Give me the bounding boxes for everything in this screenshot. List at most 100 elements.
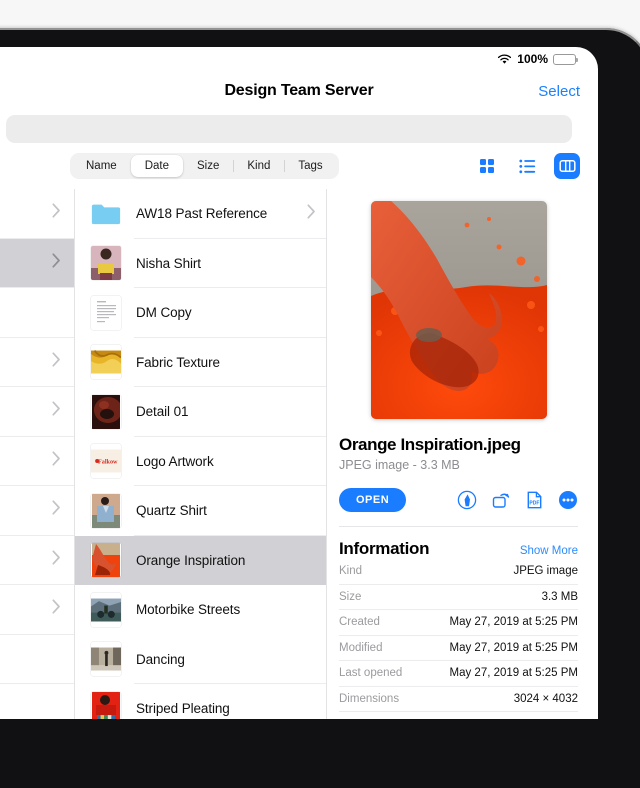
status-bar: 100% [0, 47, 598, 71]
select-button[interactable]: Select [538, 83, 580, 100]
information-value: 3.3 MB [541, 590, 578, 603]
information-row: Created May 27, 2019 at 5:25 PM [339, 610, 578, 636]
file-row[interactable]: Falkow Logo Artwork [75, 437, 326, 486]
preview-image[interactable] [370, 201, 547, 419]
file-thumbnail: Falkow [91, 444, 121, 479]
grid-view-icon[interactable] [474, 153, 500, 179]
information-label: Kind [339, 565, 363, 578]
file-row[interactable]: Nisha Shirt [75, 239, 326, 288]
previous-column-row[interactable] [0, 437, 74, 486]
file-row[interactable]: AW18 Past Reference [75, 189, 326, 239]
file-thumbnail [91, 246, 121, 281]
file-row[interactable]: Fabric Texture [75, 338, 326, 387]
ipad-screen: 100% Design Team Server Select Name Date S… [0, 47, 598, 719]
view-toggle-group [474, 153, 580, 179]
sort-toolbar: Name Date Size Kind Tags [0, 143, 598, 189]
file-title: Orange Inspiration.jpeg [339, 435, 521, 454]
chevron-right-icon [52, 451, 61, 471]
information-label: Last opened [339, 667, 403, 680]
chevron-right-icon [52, 500, 61, 520]
file-thumbnail [91, 394, 121, 429]
rotate-icon[interactable] [491, 490, 511, 510]
file-row[interactable]: Dancing [75, 635, 326, 684]
show-more-button[interactable]: Show More [520, 545, 578, 557]
file-thumbnail [91, 691, 121, 719]
previous-column-row[interactable] [0, 635, 74, 684]
file-name-label: Quartz Shirt [136, 503, 207, 519]
column-view-icon[interactable] [554, 153, 580, 179]
svg-text:Falkow: Falkow [98, 460, 118, 466]
information-label: Modified [339, 641, 383, 654]
battery-icon [553, 53, 578, 65]
file-row[interactable]: Detail 01 [75, 387, 326, 437]
file-subtitle: JPEG image - 3.3 MB [339, 458, 460, 472]
sort-segment-size[interactable]: Size [183, 155, 233, 177]
file-name-label: Fabric Texture [136, 354, 220, 370]
file-name-label: Motorbike Streets [136, 602, 241, 618]
information-table: Kind JPEG image Size 3.3 MB Created May 27, 2… [339, 559, 578, 712]
folder-icon [91, 196, 121, 231]
file-thumbnail [91, 543, 121, 578]
information-row: Size 3.3 MB [339, 585, 578, 610]
sort-segment-date[interactable]: Date [130, 155, 183, 177]
open-button[interactable]: OPEN [339, 488, 407, 512]
file-row[interactable]: Quartz Shirt [75, 486, 326, 536]
file-name-label: Detail 01 [136, 404, 189, 420]
detail-panel: Orange Inspiration.jpeg JPEG image - 3.3… [327, 189, 598, 719]
file-thumbnail [91, 642, 121, 677]
chevron-right-icon [307, 204, 316, 224]
file-name-label: DM Copy [136, 305, 192, 321]
previous-column-row[interactable] [0, 338, 74, 387]
information-value: JPEG image [513, 565, 578, 578]
previous-column-row[interactable] [0, 387, 74, 437]
file-row[interactable]: Orange Inspiration [75, 535, 326, 585]
pdf-icon[interactable]: PDF [525, 490, 544, 510]
wifi-icon [497, 53, 512, 65]
previous-column-row[interactable] [0, 684, 74, 719]
sort-segment-tags[interactable]: Tags [284, 155, 336, 177]
file-thumbnail [91, 345, 121, 380]
file-row[interactable]: Striped Pleating [75, 684, 326, 719]
more-icon[interactable] [558, 490, 578, 510]
previous-column-row[interactable] [0, 486, 74, 536]
sort-segment-name[interactable]: Name [72, 155, 131, 177]
navigation-bar: Design Team Server Select [0, 71, 598, 111]
file-name-label: Nisha Shirt [136, 255, 201, 271]
previous-column-row[interactable] [0, 288, 74, 338]
information-row: Last opened May 27, 2019 at 5:25 PM [339, 661, 578, 687]
previous-column-row[interactable] [0, 238, 74, 288]
previous-column-row[interactable] [0, 189, 74, 239]
svg-text:PDF: PDF [529, 501, 539, 507]
file-name-label: Logo Artwork [136, 453, 214, 469]
information-row: Kind JPEG image [339, 559, 578, 585]
previous-column-row[interactable] [0, 585, 74, 635]
sort-segment-kind[interactable]: Kind [233, 155, 284, 177]
information-row: Modified May 27, 2019 at 5:25 PM [339, 636, 578, 661]
file-row[interactable]: DM Copy [75, 288, 326, 338]
information-header: Information Show More [339, 539, 578, 559]
markup-icon[interactable] [457, 490, 477, 510]
sort-segmented-control[interactable]: Name Date Size Kind Tags [70, 153, 339, 179]
column-browser: AW18 Past Reference Nisha Shirt DM Copy Fab… [0, 189, 598, 719]
previous-column[interactable] [0, 189, 75, 719]
information-value: May 27, 2019 at 5:25 PM [449, 616, 579, 629]
information-label: Created [339, 616, 380, 629]
chevron-right-icon [52, 352, 61, 372]
file-thumbnail [91, 493, 121, 528]
action-icon-group: PDF [457, 490, 578, 510]
action-row: OPEN PDF [339, 488, 578, 527]
chevron-right-icon [52, 203, 61, 223]
search-bar-container [0, 111, 598, 143]
file-thumbnail [91, 592, 121, 627]
battery-percent-label: 100% [517, 52, 548, 66]
file-list-column[interactable]: AW18 Past Reference Nisha Shirt DM Copy Fab… [75, 189, 327, 719]
previous-column-row[interactable] [0, 536, 74, 585]
file-row[interactable]: Motorbike Streets [75, 585, 326, 635]
search-input[interactable] [6, 115, 572, 143]
information-row: Dimensions 3024 × 4032 [339, 687, 578, 712]
file-name-label: Orange Inspiration [136, 552, 246, 568]
file-name-label: AW18 Past Reference [136, 206, 268, 222]
list-view-icon[interactable] [514, 153, 540, 179]
information-value: 3024 × 4032 [513, 692, 578, 705]
file-thumbnail [91, 295, 121, 330]
